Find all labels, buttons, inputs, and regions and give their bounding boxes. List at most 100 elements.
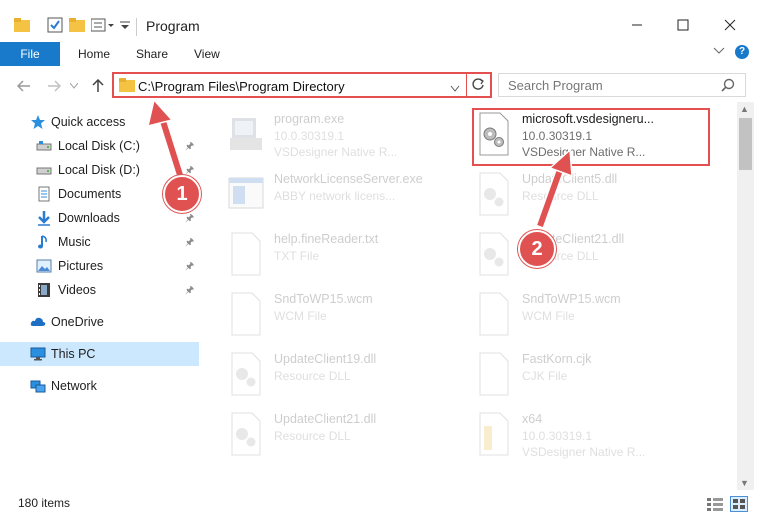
recent-locations-button[interactable] xyxy=(68,76,80,96)
blank-file-icon xyxy=(231,232,261,276)
title-bar: Program xyxy=(0,0,769,40)
tab-home[interactable]: Home xyxy=(76,43,112,65)
videos-icon xyxy=(38,283,50,297)
file-detail: ABBY network licens... xyxy=(274,189,396,203)
help-icon[interactable]: ? xyxy=(735,45,749,59)
navigation-pane: Quick access Local Disk (C:) 🖈 Local Dis… xyxy=(0,102,200,490)
sidebar-item-label: Videos xyxy=(58,283,96,297)
close-button[interactable] xyxy=(707,10,753,40)
file-name: UpdateClient5.dll xyxy=(522,172,618,186)
file-detail: WCM File xyxy=(274,309,327,323)
file-name: UpdateClient21.dll xyxy=(274,412,377,426)
blank-file-icon xyxy=(231,292,261,336)
details-view-icon[interactable] xyxy=(707,497,723,514)
dll-gear-icon xyxy=(231,352,261,396)
file-item[interactable]: SndToWP15.wcm WCM File xyxy=(476,288,721,344)
maximize-button[interactable] xyxy=(660,10,706,40)
file-detail: Resource DLL xyxy=(274,369,351,383)
file-item[interactable]: help.fineReader.txt TXT File xyxy=(228,228,473,284)
sidebar-item-label: This PC xyxy=(51,347,96,361)
address-bar[interactable]: C:\Program Files\Program Directory xyxy=(112,72,492,98)
customize-icon[interactable] xyxy=(90,16,116,34)
dropdown-arrow-icon[interactable] xyxy=(118,16,132,34)
file-detail: WCM File xyxy=(522,309,575,323)
app-window-icon xyxy=(228,177,264,209)
sidebar-item-this-pc[interactable]: This PC xyxy=(0,342,199,366)
cloud-icon xyxy=(30,317,46,326)
chevron-down-icon xyxy=(70,83,78,89)
file-name: program.exe xyxy=(274,112,345,126)
file-item[interactable]: SndToWP15.wcm WCM File xyxy=(228,288,473,344)
search-icon[interactable] xyxy=(721,78,735,95)
file-item[interactable]: UpdateClient21.dll Resource DLL xyxy=(228,408,473,464)
sidebar-item-label: Downloads xyxy=(58,211,120,225)
status-bar: 180 items xyxy=(0,490,769,526)
callout-2: 2 xyxy=(518,230,556,268)
dll-gear-icon xyxy=(479,232,509,276)
sidebar-item-onedrive[interactable]: OneDrive xyxy=(0,310,199,334)
pin-icon[interactable]: 🖈 xyxy=(185,283,194,300)
new-folder-icon[interactable] xyxy=(68,16,86,34)
tab-share[interactable]: Share xyxy=(134,43,170,65)
documents-icon xyxy=(38,186,50,202)
minimize-icon xyxy=(632,24,642,26)
file-item[interactable]: x64 10.0.30319.1 VSDesigner Native R... xyxy=(476,408,721,464)
up-button[interactable] xyxy=(88,76,108,96)
pin-icon[interactable]: 🖈 xyxy=(185,139,194,156)
sidebar-item-downloads[interactable]: Downloads 🖈 xyxy=(0,206,199,230)
file-name: SndToWP15.wcm xyxy=(522,292,621,306)
sidebar-item-label: OneDrive xyxy=(51,315,104,329)
minimize-button[interactable] xyxy=(614,10,660,40)
forward-button[interactable] xyxy=(44,76,64,96)
file-item[interactable]: FastKorn.cjk CJK File xyxy=(476,348,721,404)
file-name: x64 xyxy=(522,412,543,426)
music-icon xyxy=(38,235,47,249)
drive-icon xyxy=(36,167,52,175)
back-button[interactable] xyxy=(14,76,34,96)
file-item[interactable]: NetworkLicenseServer.exe ABBY network li… xyxy=(228,168,473,224)
pin-icon[interactable]: 🖈 xyxy=(185,211,194,228)
sidebar-item-label: Local Disk (D:) xyxy=(58,163,140,177)
vertical-scrollbar[interactable]: ▲ ▼ xyxy=(737,102,754,490)
sidebar-item-music[interactable]: Music 🖈 xyxy=(0,230,199,254)
file-item[interactable]: UpdateClient21.dll Resource DLL xyxy=(476,228,721,284)
scroll-down-icon[interactable]: ▼ xyxy=(740,478,749,488)
sidebar-item-local-disk-c[interactable]: Local Disk (C:) 🖈 xyxy=(0,134,199,158)
address-dropdown-icon[interactable] xyxy=(450,81,460,95)
pin-icon[interactable]: 🖈 xyxy=(185,235,194,252)
file-name: NetworkLicenseServer.exe xyxy=(274,172,423,186)
file-name: FastKorn.cjk xyxy=(522,352,592,366)
scroll-thumb[interactable] xyxy=(739,118,752,170)
sidebar-item-network[interactable]: Network xyxy=(0,374,199,398)
forward-arrow-icon xyxy=(48,80,61,92)
address-path[interactable]: C:\Program Files\Program Directory xyxy=(138,79,345,94)
sidebar-item-label: Music xyxy=(58,235,91,249)
file-item[interactable]: UpdateClient19.dll Resource DLL xyxy=(228,348,473,404)
refresh-icon[interactable] xyxy=(471,77,485,94)
file-detail: 10.0.30319.1 xyxy=(274,129,345,143)
exe-icon xyxy=(230,118,262,150)
tiles-view-icon[interactable] xyxy=(730,496,748,512)
expand-ribbon-icon[interactable] xyxy=(713,46,725,59)
search-input[interactable]: Search Program xyxy=(508,78,603,93)
sidebar-item-quick-access[interactable]: Quick access xyxy=(0,110,199,134)
address-divider xyxy=(466,72,467,98)
search-box[interactable]: Search Program xyxy=(498,73,746,97)
scroll-up-icon[interactable]: ▲ xyxy=(740,104,749,114)
file-name: help.fineReader.txt xyxy=(274,232,379,246)
folder-icon xyxy=(119,78,135,95)
file-item[interactable]: program.exe 10.0.30319.1 VSDesigner Nati… xyxy=(228,108,473,164)
sidebar-item-label: Pictures xyxy=(58,259,104,273)
pin-icon[interactable]: 🖈 xyxy=(185,259,194,276)
tab-file[interactable]: File xyxy=(0,42,60,66)
dll-gear-icon xyxy=(479,172,509,216)
sidebar-item-pictures[interactable]: Pictures 🖈 xyxy=(0,254,199,278)
callout-1: 1 xyxy=(163,175,201,213)
pc-icon xyxy=(30,347,46,361)
file-item[interactable]: UpdateClient5.dll Resource DLL xyxy=(476,168,721,224)
tab-view[interactable]: View xyxy=(192,43,222,65)
sidebar-item-label: Documents xyxy=(58,187,122,201)
properties-icon[interactable] xyxy=(46,16,64,34)
sidebar-item-videos[interactable]: Videos 🖈 xyxy=(0,278,199,302)
sidebar-item-label: Local Disk (C:) xyxy=(58,139,140,153)
